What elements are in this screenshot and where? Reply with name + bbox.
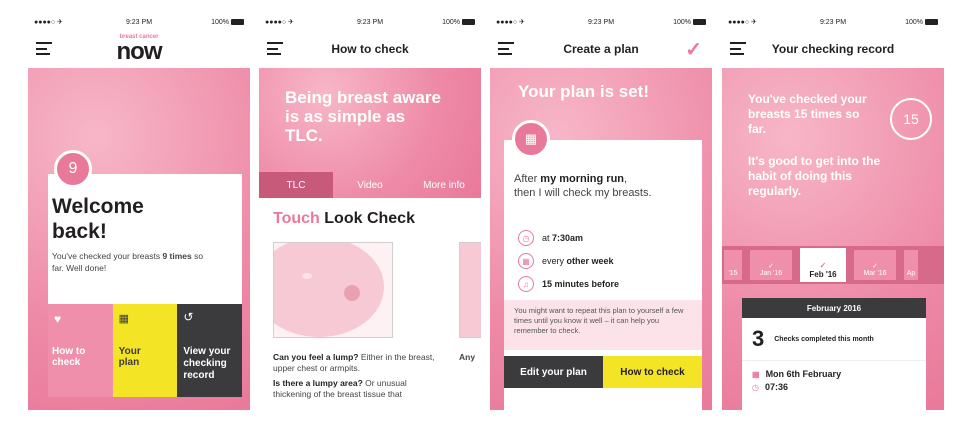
tab-video[interactable]: Video [333, 172, 407, 198]
badge-count: 9 [68, 160, 78, 177]
entry-date: Mon 6th February [765, 369, 842, 379]
calendar-icon: ▦ [518, 253, 534, 269]
status-bar: ●●●●○ ✈ 9:23 PM 100% [28, 14, 250, 30]
welcome-card: 9 Welcome back! You've checked your brea… [48, 150, 242, 304]
nav-bar: Your checking record [722, 30, 944, 68]
plan-actions: Edit your plan How to check [504, 356, 702, 388]
tile-checking-record[interactable]: ↺ View your checking record [177, 304, 243, 397]
check-entry[interactable]: ▦ Mon 6th February ◷ 07:36 [742, 361, 926, 400]
check-icon: ✓ [819, 261, 827, 270]
page-title: Your checking record [771, 42, 895, 56]
tlc-touch: Touch [273, 210, 320, 227]
record-hero: You've checked your breasts 15 times so … [722, 68, 944, 410]
plan-card: ▦ After my morning run, then I will chec… [504, 120, 702, 410]
brand-logo: breast cancer now [116, 34, 163, 65]
signal-indicator: ●●●●○ ✈ [496, 19, 525, 26]
plan-note: You might want to repeat this plan to yo… [504, 300, 702, 350]
page-title: Create a plan [563, 42, 639, 56]
status-bar: ●●●●○ ✈ 9:23 PM 100% [722, 14, 944, 30]
calendar-icon: ▦ [118, 313, 130, 325]
breast-illustration [273, 242, 393, 338]
welcome-message: You've checked your breasts 9 times so f… [52, 251, 204, 273]
nav-bar: breast cancer now [28, 30, 250, 68]
battery-indicator: 100% [905, 19, 938, 26]
month-item[interactable]: '15 [724, 250, 742, 280]
how-to-check-button[interactable]: How to check [603, 356, 702, 388]
record-hero-text-1: You've checked your breasts 15 times so … [748, 92, 867, 136]
signal-indicator: ●●●●○ ✈ [34, 19, 63, 26]
screen-home: ●●●●○ ✈ 9:23 PM 100% breast cancer now 9… [28, 14, 250, 410]
month-check-count: 3 [752, 326, 765, 351]
plan-set-heading: Your plan is set! [518, 82, 649, 101]
home-tiles: ♥ How to check ▦ Your plan ↺ View your c… [48, 304, 243, 397]
page-title: How to check [331, 42, 409, 56]
plan-hero: Your plan is set! ▦ After my morning run… [490, 68, 712, 410]
plan-detail-frequency: ▦ every other week [518, 253, 614, 269]
bell-icon: ♫ [518, 276, 534, 292]
welcome-heading: Welcome back! [52, 195, 144, 243]
home-hero: 9 Welcome back! You've checked your brea… [28, 68, 250, 410]
battery-indicator: 100% [442, 19, 475, 26]
battery-indicator: 100% [211, 19, 244, 26]
check-icon: ✓ [768, 263, 774, 270]
battery-indicator: 100% [673, 19, 706, 26]
plan-detail-time: ◷ at 7:30am [518, 230, 583, 246]
history-icon: ↺ [183, 310, 194, 324]
side-text: Any [459, 352, 476, 362]
tlc-heading: Touch Look Check [273, 210, 415, 228]
clock-icon: ◷ [518, 230, 534, 246]
edit-plan-button[interactable]: Edit your plan [504, 356, 603, 388]
plan-detail-reminder: ♫ 15 minutes before [518, 276, 619, 292]
tile-your-plan[interactable]: ▦ Your plan [112, 304, 178, 397]
month-summary: 3 Checks completed this month [742, 318, 926, 361]
menu-icon[interactable] [730, 42, 746, 55]
tlc-check: Check [366, 210, 415, 227]
nav-bar: Create a plan ✓ [490, 30, 712, 68]
side-illustration [459, 242, 481, 338]
screen-how-to-check: ●●●●○ ✈ 9:23 PM 100% How to check Being … [259, 14, 481, 410]
nav-bar: How to check [259, 30, 481, 68]
month-item[interactable]: ✓ Jan '16 [750, 250, 792, 280]
q1: Can you feel a lump? Either in the breas… [273, 352, 435, 373]
month-item[interactable]: Ap [904, 250, 918, 280]
tab-more-info[interactable]: More info [407, 172, 481, 198]
month-item[interactable]: ✓ Mar '16 [854, 250, 896, 280]
month-card-header: February 2016 [742, 298, 926, 318]
record-hero-text-2: It's good to get into the habit of doing… [748, 154, 881, 198]
calendar-icon: ▦ [512, 120, 550, 158]
clock-icon: ◷ [752, 382, 759, 392]
month-item-selected[interactable]: ✓ Feb '16 [800, 248, 846, 282]
status-bar: ●●●●○ ✈ 9:23 PM 100% [490, 14, 712, 30]
tile-label: Your plan [118, 346, 141, 368]
menu-icon[interactable] [498, 42, 514, 55]
signal-indicator: ●●●●○ ✈ [265, 19, 294, 26]
tlc-look: Look [324, 210, 363, 227]
total-checks-badge: 15 [890, 98, 932, 140]
signal-indicator: ●●●●○ ✈ [728, 19, 757, 26]
tile-label: View your checking record [183, 346, 231, 381]
q2: Is there a lumpy area? Or unusual thicke… [273, 378, 407, 399]
menu-icon[interactable] [267, 42, 283, 55]
calendar-icon: ▦ [752, 369, 760, 379]
month-card: February 2016 3 Checks completed this mo… [742, 298, 926, 410]
hero-text: Being breast aware is as simple as TLC. [285, 88, 441, 145]
entry-time: 07:36 [764, 382, 789, 392]
tile-how-to-check[interactable]: ♥ How to check [48, 304, 113, 397]
month-check-label: Checks completed this month [774, 335, 874, 343]
status-bar: ●●●●○ ✈ 9:23 PM 100% [259, 14, 481, 30]
tile-label: How to check [52, 346, 86, 368]
plan-after: After my morning run, then I will check … [514, 173, 652, 199]
check-count-badge: 9 [54, 150, 92, 188]
screen-checking-record: ●●●●○ ✈ 9:23 PM 100% Your checking recor… [722, 14, 944, 410]
tab-bar: TLC Video More info [259, 172, 481, 198]
heart-icon: ♥ [54, 312, 62, 326]
menu-icon[interactable] [36, 42, 52, 55]
tab-tlc[interactable]: TLC [259, 172, 333, 198]
confirm-check-icon[interactable]: ✓ [685, 37, 702, 62]
month-strip: '15 ✓ Jan '16 ✓ Feb '16 ✓ Mar '16 Ap [722, 246, 944, 284]
check-icon: ✓ [872, 263, 878, 270]
screen-create-plan: ●●●●○ ✈ 9:23 PM 100% Create a plan ✓ You… [490, 14, 712, 410]
logo-big-text: now [116, 38, 163, 65]
